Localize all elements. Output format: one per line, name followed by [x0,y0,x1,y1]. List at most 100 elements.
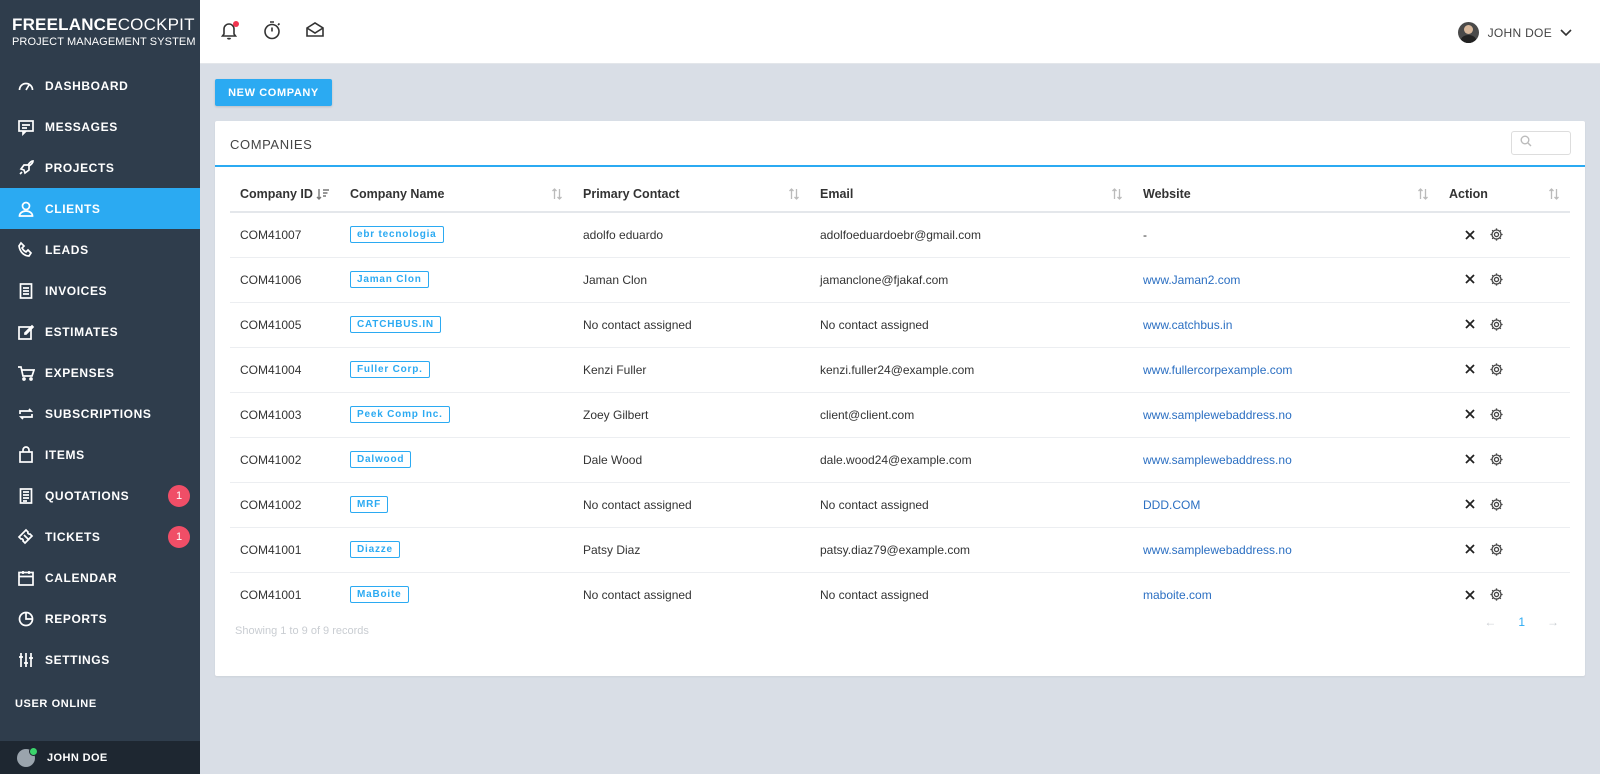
sidebar-item-projects[interactable]: PROJECTS [0,147,200,188]
companies-card: COMPANIES Company ID Company Name Primary … [215,121,1585,676]
company-name-cell: Peek Comp Inc. [340,392,573,438]
gear-icon[interactable] [1489,227,1504,242]
calendar-icon [17,569,35,587]
timer-icon[interactable] [261,19,283,41]
close-icon[interactable] [1465,319,1475,329]
sidebar-item-settings[interactable]: SETTINGS [0,639,200,680]
website-cell: www.fullercorpexample.com [1133,347,1439,393]
table-header-row: Company ID Company Name Primary Contact Ema… [230,177,1570,213]
company-name-tag[interactable]: Fuller Corp. [350,361,430,378]
card-title: COMPANIES [230,137,313,152]
close-icon[interactable] [1465,364,1475,374]
online-user-avatar [17,746,38,767]
bell-icon[interactable] [218,19,240,41]
sidebar-item-items[interactable]: ITEMS [0,434,200,475]
column-header[interactable]: Company ID [230,177,340,213]
sidebar-item-clients[interactable]: CLIENTS [0,188,200,229]
gear-icon[interactable] [1489,497,1504,512]
company-name-tag[interactable]: MaBoite [350,586,409,604]
sidebar-item-invoices[interactable]: INVOICES [0,270,200,311]
sidebar-item-label: EXPENSES [45,365,115,380]
action-cell [1439,437,1570,483]
column-header[interactable]: Company Name [340,177,573,213]
company-name-tag[interactable]: Peek Comp Inc. [350,406,450,423]
column-header[interactable]: Primary Contact [573,177,810,213]
page-number[interactable]: 1 [1518,615,1525,629]
column-header-label: Primary Contact [583,187,680,201]
website-link[interactable]: www.samplewebaddress.no [1143,408,1292,422]
sort-icon[interactable] [551,188,563,203]
company-name-tag[interactable]: Dalwood [350,451,412,468]
company-id: COM41006 [230,257,340,303]
primary-contact: Zoey Gilbert [573,392,810,438]
website-link[interactable]: www.samplewebaddress.no [1143,453,1292,467]
company-id: COM41002 [230,437,340,483]
table-row: COM41005 CATCHBUS.IN No contact assigned No… [230,302,1570,348]
company-name-tag[interactable]: ebr tecnologia [350,226,444,244]
company-name-cell: Dalwood [340,437,573,483]
website-cell: DDD.COM [1133,482,1439,528]
gear-icon[interactable] [1489,272,1504,287]
user-name: JOHN DOE [1487,25,1552,40]
search-box[interactable] [1511,131,1572,155]
sidebar-item-label: TICKETS [45,529,101,544]
gear-icon[interactable] [1489,587,1504,602]
sort-icon[interactable] [1548,188,1560,203]
close-icon[interactable] [1465,544,1475,554]
rocket-icon [17,159,35,177]
website-link[interactable]: www.fullercorpexample.com [1143,363,1292,377]
company-name-tag[interactable]: Diazze [350,541,400,558]
sidebar-item-leads[interactable]: LEADS [0,229,200,270]
sidebar-item-calendar[interactable]: CALENDAR [0,557,200,598]
prev-page-icon[interactable]: ← [1484,615,1496,629]
company-name-tag[interactable]: Jaman Clon [350,271,429,288]
website-cell: www.samplewebaddress.no [1133,527,1439,573]
gear-icon[interactable] [1489,452,1504,467]
user-menu[interactable]: JOHN DOE [1457,22,1572,43]
sidebar-item-subscriptions[interactable]: SUBSCRIPTIONS [0,393,200,434]
close-icon[interactable] [1465,409,1475,419]
sidebar-item-dashboard[interactable]: DASHBOARD [0,65,200,106]
sort-icon[interactable] [1111,188,1123,203]
sort-icon[interactable] [788,188,800,203]
table-row: COM41007 ebr tecnologia adolfo eduardo adol… [230,212,1570,258]
sort-desc-icon[interactable] [316,188,330,203]
column-header[interactable]: Action [1439,177,1570,213]
gear-icon[interactable] [1489,317,1504,332]
website-link[interactable]: www.catchbus.in [1143,318,1232,332]
search-input[interactable] [1536,137,1572,149]
close-icon[interactable] [1465,499,1475,509]
sidebar-item-quotations[interactable]: QUOTATIONS 1 [0,475,200,516]
brand-logo[interactable]: FREELANCECOCKPIT PROJECT MANAGEMENT SYST… [0,0,200,62]
sidebar-item-messages[interactable]: MESSAGES [0,106,200,147]
chart-icon [17,610,35,628]
close-icon[interactable] [1465,274,1475,284]
company-name-tag[interactable]: MRF [350,496,389,513]
mail-icon[interactable] [304,19,326,41]
sidebar-item-tickets[interactable]: TICKETS 1 [0,516,200,557]
online-user[interactable]: JOHN DOE [0,741,200,774]
close-icon[interactable] [1465,454,1475,464]
table-row: COM41003 Peek Comp Inc. Zoey Gilbert client… [230,392,1570,438]
sidebar-item-estimates[interactable]: ESTIMATES [0,311,200,352]
primary-contact: Kenzi Fuller [573,347,810,393]
sort-icon[interactable] [1417,188,1429,203]
gear-icon[interactable] [1489,407,1504,422]
next-page-icon[interactable]: → [1547,615,1559,629]
close-icon[interactable] [1465,229,1475,240]
sidebar-item-expenses[interactable]: EXPENSES [0,352,200,393]
close-icon[interactable] [1465,589,1475,600]
primary-contact: adolfo eduardo [573,212,810,258]
column-header-label: Website [1143,187,1191,201]
column-header[interactable]: Website [1133,177,1439,213]
column-header[interactable]: Email [810,177,1133,213]
website-link[interactable]: www.samplewebaddress.no [1143,543,1292,557]
website-link[interactable]: maboite.com [1143,588,1212,602]
website-link[interactable]: www.Jaman2.com [1143,273,1240,287]
sidebar-item-reports[interactable]: REPORTS [0,598,200,639]
company-name-tag[interactable]: CATCHBUS.IN [350,316,441,333]
gear-icon[interactable] [1489,362,1504,377]
new-company-button[interactable]: NEW COMPANY [215,79,332,106]
website-link[interactable]: DDD.COM [1143,498,1200,512]
gear-icon[interactable] [1489,542,1504,557]
